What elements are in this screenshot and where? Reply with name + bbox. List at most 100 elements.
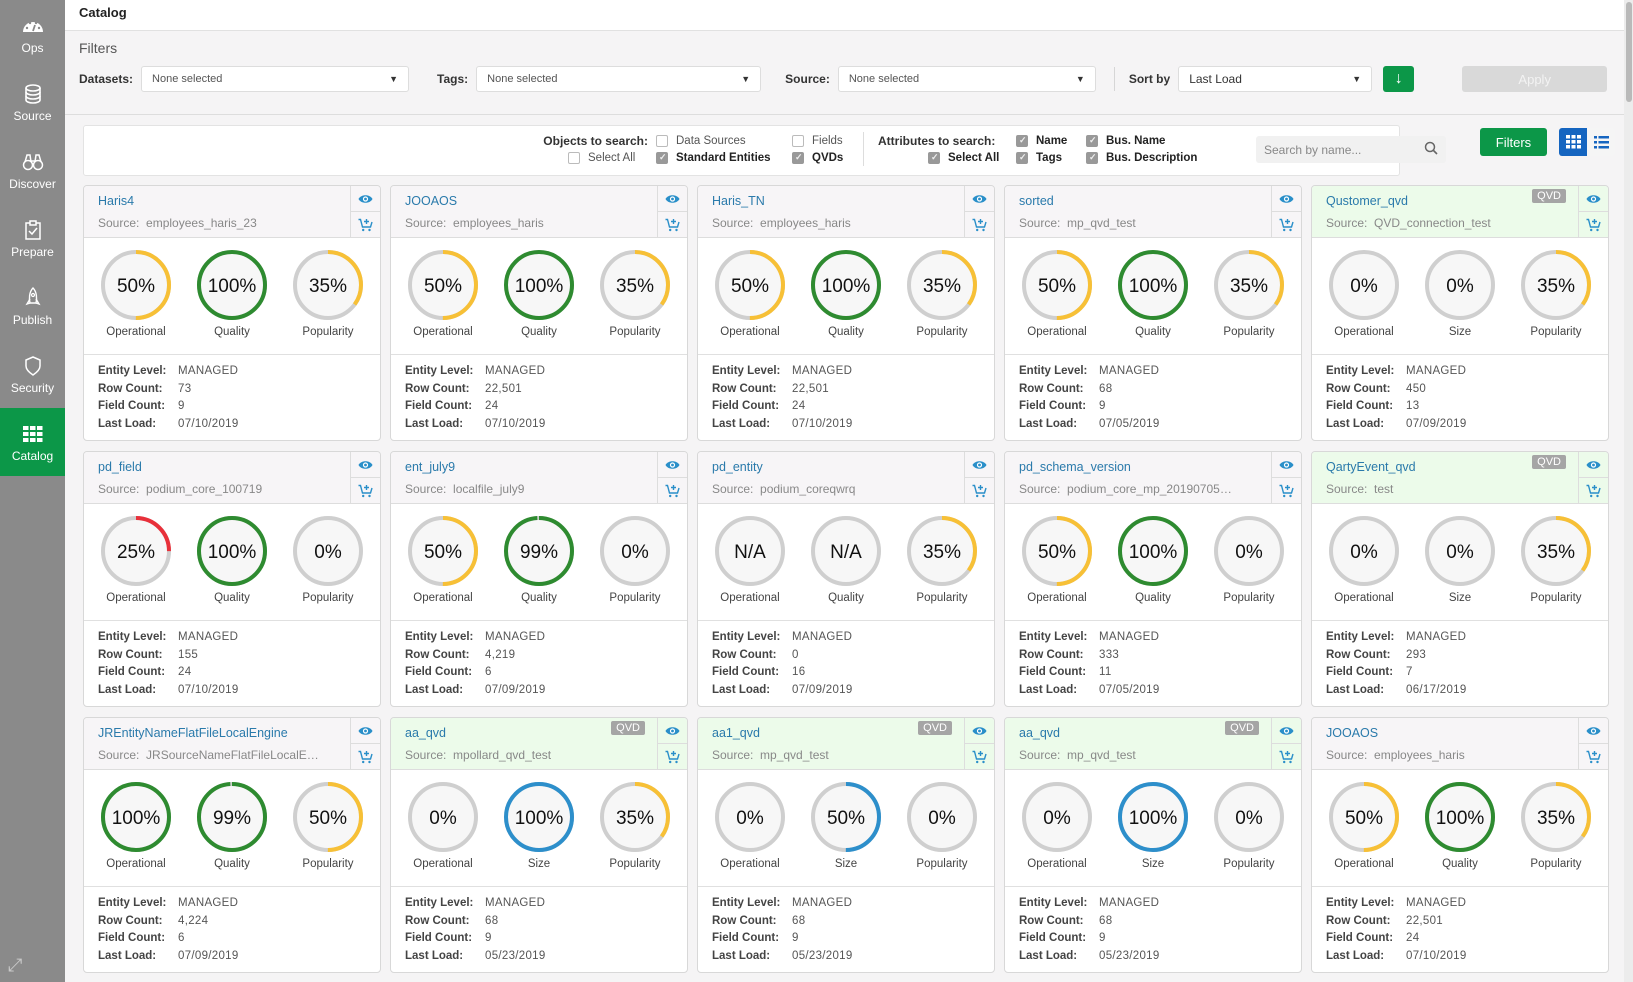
add-to-cart-button[interactable] xyxy=(965,744,994,770)
add-to-cart-button[interactable] xyxy=(351,478,380,504)
gauge-popularity: 0% Popularity xyxy=(283,514,373,620)
sidebar-item-ops[interactable]: Ops xyxy=(0,0,65,68)
sort-select[interactable]: Last Load ▼ xyxy=(1178,66,1373,92)
preview-button[interactable] xyxy=(658,186,687,212)
checkbox-label: Standard Entities xyxy=(676,152,771,164)
sidebar-item-prepare[interactable]: Prepare xyxy=(0,204,65,272)
sort-direction-button[interactable]: ↓ xyxy=(1383,66,1415,92)
add-to-cart-button[interactable] xyxy=(658,744,687,770)
bus-description-checkbox[interactable]: Bus. Description xyxy=(1086,152,1197,164)
card-actions xyxy=(964,186,994,238)
preview-button[interactable] xyxy=(965,186,994,212)
preview-button[interactable] xyxy=(965,718,994,744)
dashboard-icon xyxy=(22,14,44,38)
search-icon[interactable] xyxy=(1424,141,1438,158)
catalog-card[interactable]: aa_qvd Source: mpollard_qvd_test QVD 0% O… xyxy=(390,717,688,973)
grid-view-button[interactable] xyxy=(1559,128,1587,156)
catalog-card[interactable]: aa1_qvd Source: mp_qvd_test QVD 0% Operat… xyxy=(697,717,995,973)
add-to-cart-button[interactable] xyxy=(1272,478,1301,504)
card-header: Haris4 Source: employees_haris_23 xyxy=(84,186,380,238)
field-label: Field Count: xyxy=(712,932,780,944)
catalog-card[interactable]: Haris_TN Source: employees_haris 50% Oper… xyxy=(697,185,995,441)
add-to-cart-button[interactable] xyxy=(351,212,380,238)
card-title-link[interactable]: Haris4 xyxy=(98,194,380,208)
sidebar-item-publish[interactable]: Publish xyxy=(0,272,65,340)
row-count-value: 450 xyxy=(1406,382,1427,395)
catalog-card[interactable]: JOOAOS Source: employees_haris 50% Operat… xyxy=(390,185,688,441)
catalog-card[interactable]: JREntityNameFlatFileLocalEngine Source: … xyxy=(83,717,381,973)
catalog-card[interactable]: Haris4 Source: employees_haris_23 50% Ope… xyxy=(83,185,381,441)
last-load-value: 05/23/2019 xyxy=(485,949,546,962)
add-to-cart-button[interactable] xyxy=(1579,744,1608,770)
objects-select-all-checkbox[interactable]: Select All xyxy=(568,152,635,164)
bus-name-checkbox[interactable]: Bus. Name xyxy=(1086,135,1165,147)
gauge-label: Size xyxy=(527,858,551,870)
name-checkbox[interactable]: Name xyxy=(1016,135,1067,147)
preview-button[interactable] xyxy=(1579,452,1608,478)
card-title-link[interactable]: JREntityNameFlatFileLocalEngine xyxy=(98,726,380,740)
card-title-link[interactable]: pd_entity xyxy=(712,460,994,474)
fields-checkbox[interactable]: Fields xyxy=(792,135,843,147)
card-title-link[interactable]: Haris_TN xyxy=(712,194,994,208)
add-to-cart-button[interactable] xyxy=(1272,212,1301,238)
preview-button[interactable] xyxy=(1272,186,1301,212)
filters-button[interactable]: Filters xyxy=(1480,128,1547,156)
preview-button[interactable] xyxy=(658,718,687,744)
add-to-cart-button[interactable] xyxy=(658,478,687,504)
catalog-card[interactable]: pd_entity Source: podium_coreqwrq N/A Ope… xyxy=(697,451,995,707)
add-to-cart-button[interactable] xyxy=(1272,744,1301,770)
card-title-link[interactable]: pd_schema_version xyxy=(1019,460,1301,474)
card-title-link[interactable]: JOOAOS xyxy=(405,194,687,208)
add-to-cart-button[interactable] xyxy=(351,744,380,770)
sidebar-item-source[interactable]: Source xyxy=(0,68,65,136)
catalog-card[interactable]: Qustomer_qvd Source: QVD_connection_test… xyxy=(1311,185,1609,441)
catalog-card[interactable]: JOOAOS Source: employees_haris 50% Operat… xyxy=(1311,717,1609,973)
catalog-card[interactable]: sorted Source: mp_qvd_test 50% Operationa… xyxy=(1004,185,1302,441)
preview-button[interactable] xyxy=(1579,718,1608,744)
data-sources-checkbox[interactable]: Data Sources xyxy=(656,135,746,147)
scrollbar[interactable] xyxy=(1624,0,1633,982)
preview-button[interactable] xyxy=(1272,718,1301,744)
add-to-cart-button[interactable] xyxy=(965,212,994,238)
preview-button[interactable] xyxy=(351,718,380,744)
search-input[interactable]: Search by name... xyxy=(1256,136,1446,163)
source-select[interactable]: None selected ▼ xyxy=(837,66,1096,92)
catalog-card[interactable]: QartyEvent_qvd Source: test QVD 0% Operat… xyxy=(1311,451,1609,707)
qvds-checkbox[interactable]: QVDs xyxy=(792,152,843,164)
catalog-card[interactable]: pd_schema_version Source: podium_core_mp… xyxy=(1004,451,1302,707)
card-title-link[interactable]: ent_july9 xyxy=(405,460,687,474)
add-to-cart-button[interactable] xyxy=(1579,212,1608,238)
sidebar-item-discover[interactable]: Discover xyxy=(0,136,65,204)
sidebar-item-security[interactable]: Security xyxy=(0,340,65,408)
catalog-card[interactable]: ent_july9 Source: localfile_july9 50% Ope… xyxy=(390,451,688,707)
add-to-cart-button[interactable] xyxy=(658,212,687,238)
card-title-link[interactable]: pd_field xyxy=(98,460,380,474)
gauge-ring: 0% xyxy=(907,782,977,852)
catalog-card[interactable]: aa_qvd Source: mp_qvd_test QVD 0% Operati… xyxy=(1004,717,1302,973)
card-title-link[interactable]: JOOAOS xyxy=(1326,726,1608,740)
scrollbar-thumb[interactable] xyxy=(1626,2,1632,102)
expand-icon[interactable]: ⤢ xyxy=(8,955,22,976)
gauge-ring: 50% xyxy=(1022,250,1092,320)
preview-button[interactable] xyxy=(351,452,380,478)
preview-button[interactable] xyxy=(1272,452,1301,478)
apply-button[interactable]: Apply xyxy=(1462,66,1608,92)
add-to-cart-button[interactable] xyxy=(965,478,994,504)
standard-entities-checkbox[interactable]: Standard Entities xyxy=(656,152,771,164)
row-count-row: Row Count: 450 xyxy=(1326,381,1594,399)
catalog-card[interactable]: pd_field Source: podium_core_100719 25% O… xyxy=(83,451,381,707)
tags-select[interactable]: None selected ▼ xyxy=(476,66,762,92)
sidebar-item-catalog[interactable]: Catalog xyxy=(0,408,65,476)
attributes-select-all-checkbox[interactable]: Select All xyxy=(928,152,999,164)
datasets-select[interactable]: None selected ▼ xyxy=(141,66,410,92)
preview-button[interactable] xyxy=(1579,186,1608,212)
card-title-link[interactable]: sorted xyxy=(1019,194,1301,208)
preview-button[interactable] xyxy=(965,452,994,478)
cart-add-icon xyxy=(665,750,680,764)
tags-checkbox[interactable]: Tags xyxy=(1016,152,1062,164)
gauge-operational: 50% Operational xyxy=(705,248,795,354)
add-to-cart-button[interactable] xyxy=(1579,478,1608,504)
list-view-button[interactable] xyxy=(1587,128,1615,156)
preview-button[interactable] xyxy=(658,452,687,478)
preview-button[interactable] xyxy=(351,186,380,212)
